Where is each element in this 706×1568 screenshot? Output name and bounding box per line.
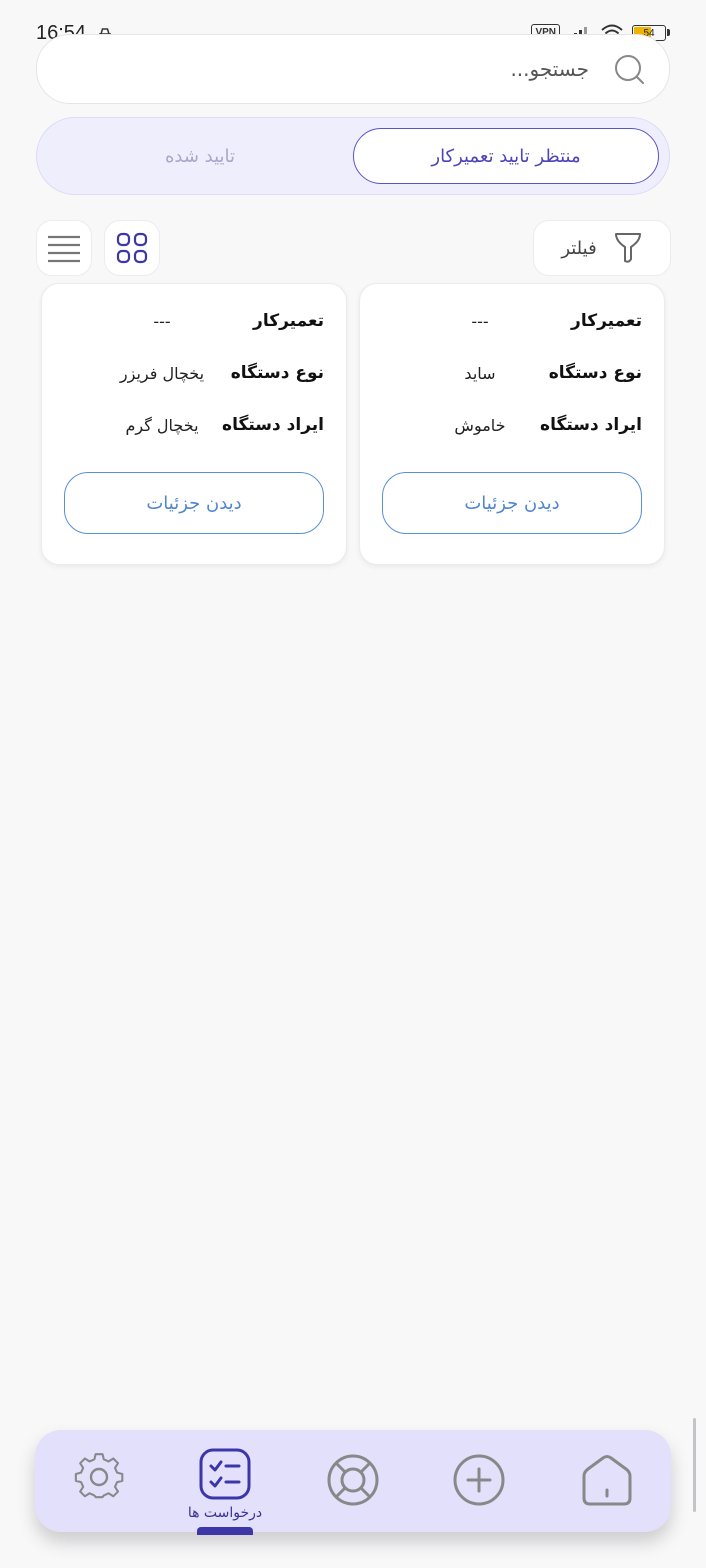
nav-requests-label: درخواست ها	[187, 1505, 263, 1521]
list-view-button[interactable]	[36, 220, 92, 276]
view-details-button[interactable]: دیدن جزئیات	[382, 472, 642, 534]
card-row-repairer: تعمیرکار ---	[382, 306, 642, 336]
nav-requests[interactable]	[195, 1444, 255, 1504]
tab-approved[interactable]: تایید شده	[47, 128, 353, 184]
filter-button[interactable]: فیلتر	[533, 220, 671, 276]
card-row-device-issue: ایراد دستگاه خاموش	[382, 410, 642, 440]
search-input[interactable]: جستجو...	[36, 34, 670, 104]
row-value: ساید	[464, 363, 496, 383]
card-row-repairer: تعمیرکار ---	[64, 306, 324, 336]
request-card: تعمیرکار --- نوع دستگاه یخچال فریزر ایرا…	[41, 283, 347, 565]
nav-active-indicator	[197, 1527, 253, 1535]
row-key: نوع دستگاه	[230, 363, 324, 383]
nav-support[interactable]	[323, 1450, 383, 1510]
row-value: یخچال فریزر	[119, 363, 205, 383]
row-value: خاموش	[454, 415, 506, 435]
nav-add[interactable]	[449, 1450, 509, 1510]
filter-icon	[614, 233, 641, 263]
home-icon	[582, 1455, 632, 1506]
card-row-device-issue: ایراد دستگاه یخچال گرم	[64, 410, 324, 440]
row-key: تعمیرکار	[571, 311, 642, 331]
row-value: ---	[153, 311, 171, 331]
grid-view-button[interactable]	[104, 220, 160, 276]
request-card: تعمیرکار --- نوع دستگاه ساید ایراد دستگا…	[359, 283, 665, 565]
status-tabs: منتظر تایید تعمیرکار تایید شده	[36, 117, 670, 195]
tab-pending-repairer[interactable]: منتظر تایید تعمیرکار	[353, 128, 659, 184]
settings-icon	[74, 1453, 124, 1499]
search-placeholder: جستجو...	[510, 57, 589, 81]
list-view-icon	[48, 235, 80, 263]
nav-home[interactable]	[577, 1450, 637, 1510]
row-value: ---	[471, 311, 489, 331]
support-icon	[327, 1454, 379, 1506]
search-icon	[615, 55, 644, 84]
grid-view-icon	[116, 232, 148, 264]
card-row-device-type: نوع دستگاه ساید	[382, 358, 642, 388]
nav-settings[interactable]	[69, 1450, 129, 1510]
row-key: تعمیرکار	[253, 311, 324, 331]
row-key: ایراد دستگاه	[222, 415, 324, 435]
card-row-device-type: نوع دستگاه یخچال فریزر	[64, 358, 324, 388]
bottom-nav: درخواست ها	[35, 1430, 671, 1535]
row-value: یخچال گرم	[125, 415, 199, 435]
filter-label: فیلتر	[561, 237, 597, 259]
row-key: ایراد دستگاه	[540, 415, 642, 435]
row-key: نوع دستگاه	[548, 363, 642, 383]
add-icon	[453, 1454, 505, 1506]
view-details-button[interactable]: دیدن جزئیات	[64, 472, 324, 534]
scrollbar[interactable]	[693, 1418, 696, 1512]
requests-icon	[199, 1448, 251, 1500]
